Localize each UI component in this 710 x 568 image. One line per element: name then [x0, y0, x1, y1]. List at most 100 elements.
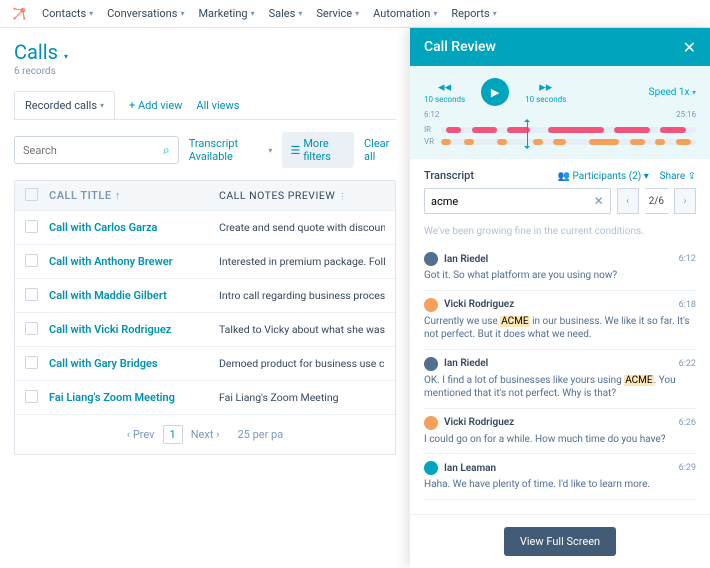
record-count: 6 records — [14, 66, 396, 77]
search-counter: 2/6 — [645, 188, 668, 214]
calls-table: CALL TITLE ↑ CALL NOTES PREVIEW ⋮ Call w… — [14, 180, 396, 455]
speaker-name: Vicki Rodriguez — [444, 299, 514, 310]
transcript-search-input[interactable]: ✕ — [424, 188, 611, 214]
nav-reports[interactable]: Reports▾ — [451, 7, 496, 20]
calls-page: Calls ▾ 6 records Recorded calls▾ + Add … — [0, 28, 410, 568]
nav-contacts[interactable]: Contacts▾ — [42, 7, 93, 20]
waveform-ir[interactable] — [441, 127, 696, 133]
table-row[interactable]: Fai Liang's Zoom MeetingFai Liang's Zoom… — [15, 381, 395, 415]
forward-button[interactable]: ▸▸10 seconds — [525, 80, 566, 104]
row-checkbox[interactable] — [25, 390, 38, 403]
avatar — [424, 416, 438, 430]
timestamp[interactable]: 6:29 — [679, 463, 696, 473]
clear-icon[interactable]: ✕ — [594, 194, 604, 208]
timestamp[interactable]: 6:26 — [679, 418, 696, 428]
table-row[interactable]: Call with Carlos GarzaCreate and send qu… — [15, 211, 395, 245]
transcript-text: OK. I find a lot of businesses like your… — [424, 374, 696, 401]
call-title-link[interactable]: Call with Anthony Brewer — [49, 255, 219, 268]
top-nav: Contacts▾ Conversations▾ Marketing▾ Sale… — [0, 0, 710, 28]
page-number[interactable]: 1 — [163, 425, 183, 444]
participants-dropdown[interactable]: 👥 Participants (2) ▾ — [558, 171, 649, 182]
call-title-link[interactable]: Call with Maddie Gilbert — [49, 289, 219, 302]
search-input[interactable]: ⌕ — [14, 136, 179, 164]
transcript-text: Haha. We have plenty of time. I'd like t… — [424, 478, 696, 492]
transcript-label: Transcript — [424, 169, 474, 182]
next-button[interactable]: Next › — [191, 428, 220, 441]
col-call-title[interactable]: CALL TITLE ↑ — [49, 189, 219, 202]
transcript-entry[interactable]: Vicki Rodriguez 6:18 Currently we use ACME… — [424, 291, 696, 350]
call-notes: Fai Liang's Zoom Meeting — [219, 391, 385, 404]
clear-all-link[interactable]: Clear all — [364, 137, 396, 163]
timestamp[interactable]: 6:18 — [679, 300, 696, 310]
close-icon[interactable]: ✕ — [683, 38, 696, 57]
transcript-entry[interactable]: Ian Riedel 6:12 Got it. So what platform a… — [424, 245, 696, 291]
track-label-vr: VR — [424, 137, 436, 146]
row-checkbox[interactable] — [25, 220, 38, 233]
call-title-link[interactable]: Call with Carlos Garza — [49, 221, 219, 234]
page-title[interactable]: Calls — [14, 40, 58, 64]
call-notes: Create and send quote with discount disc… — [219, 221, 385, 234]
table-row[interactable]: Call with Maddie GilbertIntro call regar… — [15, 279, 395, 313]
call-review-panel: Call Review ✕ ◂◂10 seconds ▶ ▸▸10 second… — [410, 28, 710, 568]
nav-conversations[interactable]: Conversations▾ — [107, 7, 184, 20]
share-button[interactable]: Share ⇪ — [660, 171, 696, 182]
rewind-button[interactable]: ◂◂10 seconds — [424, 80, 465, 104]
filter-icon: ☰ — [290, 144, 300, 157]
call-notes: Talked to Vicky about what she was think… — [219, 323, 385, 336]
row-checkbox[interactable] — [25, 254, 38, 267]
transcript-entry[interactable]: Vicki Rodriguez6:33I guess that's why we… — [424, 500, 696, 505]
playhead[interactable] — [527, 121, 528, 147]
panel-title: Call Review — [424, 39, 496, 55]
time-total: 25:16 — [676, 110, 696, 119]
search-icon: ⌕ — [163, 143, 170, 158]
hubspot-logo — [10, 5, 28, 23]
view-full-screen-button[interactable]: View Full Screen — [504, 527, 616, 556]
waveform-vr[interactable] — [441, 139, 696, 145]
more-filters-button[interactable]: ☰More filters — [282, 132, 354, 168]
nav-marketing[interactable]: Marketing▾ — [198, 7, 254, 20]
per-page-select[interactable]: 25 per pa — [237, 428, 283, 441]
speed-select[interactable]: Speed 1x ▾ — [649, 87, 696, 98]
call-notes: Demoed product for business use case. Th — [219, 357, 385, 370]
column-menu-icon: ⋮ — [338, 192, 347, 201]
speaker-name: Vicki Rodriguez — [444, 417, 514, 428]
timestamp[interactable]: 6:22 — [679, 359, 696, 369]
transcript-text: Currently we use ACME in our business. W… — [424, 315, 696, 342]
transcript-entry[interactable]: Vicki Rodriguez 6:26 I could go on for a w… — [424, 409, 696, 455]
nav-service[interactable]: Service▾ — [316, 7, 359, 20]
call-title-link[interactable]: Fai Liang's Zoom Meeting — [49, 391, 219, 404]
search-next-button[interactable]: › — [674, 188, 696, 214]
all-views-link[interactable]: All views — [196, 99, 239, 112]
avatar — [424, 252, 438, 266]
transcript-entry[interactable]: Ian Leaman 6:29 Haha. We have plenty of ti… — [424, 454, 696, 500]
tab-recorded-calls[interactable]: Recorded calls▾ — [14, 91, 115, 119]
transcript-text: I could go on for a while. How much time… — [424, 433, 696, 447]
row-checkbox[interactable] — [25, 288, 38, 301]
table-row[interactable]: Call with Gary BridgesDemoed product for… — [15, 347, 395, 381]
prev-button[interactable]: ‹ Prev — [127, 428, 155, 441]
avatar — [424, 298, 438, 312]
transcript-entry[interactable]: Ian Riedel 6:22 OK. I find a lot of busine… — [424, 350, 696, 409]
nav-sales[interactable]: Sales▾ — [269, 7, 303, 20]
speaker-name: Ian Riedel — [444, 358, 488, 369]
col-notes[interactable]: CALL NOTES PREVIEW ⋮ — [219, 189, 385, 202]
call-title-link[interactable]: Call with Gary Bridges — [49, 357, 219, 370]
table-row[interactable]: Call with Anthony BrewerInterested in pr… — [15, 245, 395, 279]
nav-automation[interactable]: Automation▾ — [373, 7, 437, 20]
title-dropdown-icon[interactable]: ▾ — [64, 52, 68, 61]
play-button[interactable]: ▶ — [481, 78, 509, 106]
row-checkbox[interactable] — [25, 356, 38, 369]
pagination: ‹ Prev 1 Next › 25 per pa — [15, 415, 395, 454]
table-row[interactable]: Call with Vicki RodriguezTalked to Vicky… — [15, 313, 395, 347]
transcript-text: Got it. So what platform are you using n… — [424, 269, 696, 283]
row-checkbox[interactable] — [25, 322, 38, 335]
search-prev-button[interactable]: ‹ — [617, 188, 639, 214]
call-title-link[interactable]: Call with Vicki Rodriguez — [49, 323, 219, 336]
time-current: 6:12 — [424, 110, 439, 119]
select-all-checkbox[interactable] — [25, 188, 38, 201]
timestamp[interactable]: 6:12 — [679, 254, 696, 264]
speaker-name: Ian Riedel — [444, 254, 488, 265]
speaker-name: Ian Leaman — [444, 463, 496, 474]
add-view-button[interactable]: + Add view — [129, 99, 182, 112]
filter-transcript[interactable]: Transcript Available▾ — [189, 137, 273, 163]
